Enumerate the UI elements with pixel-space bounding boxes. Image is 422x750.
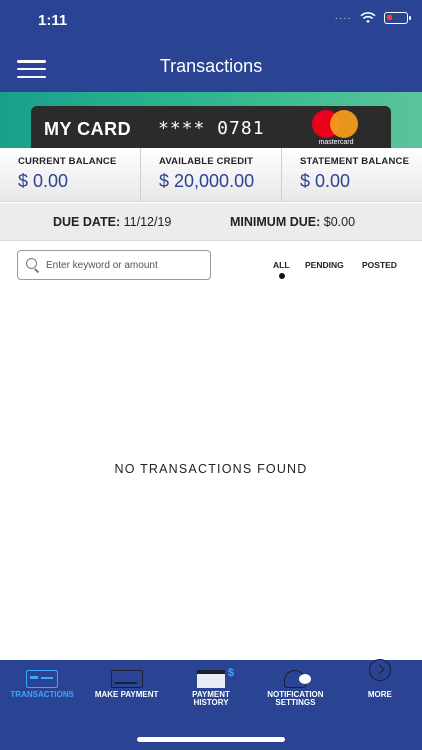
available-credit: AVAILABLE CREDIT $ 20,000.00: [140, 148, 281, 201]
balance-value: $ 0.00: [18, 171, 69, 191]
status-time: 1:11: [38, 12, 68, 29]
nav-label: MAKE PAYMENT: [94, 690, 159, 699]
search-icon: [26, 258, 40, 272]
nav-label: NOTIFICATION SETTINGS: [267, 690, 324, 707]
mastercard-logo-icon: mastercard: [310, 110, 362, 148]
balance-summary: CURRENT BALANCE $ 0.00 AVAILABLE CREDIT …: [0, 148, 422, 202]
home-indicator[interactable]: [137, 737, 285, 742]
nav-label: TRANSACTIONS: [10, 690, 74, 699]
statement-balance: STATEMENT BALANCE $ 0.00: [281, 148, 422, 201]
card-payment-icon: [110, 670, 143, 688]
minimum-due-value: $0.00: [323, 215, 356, 229]
search-input[interactable]: Enter keyword or amount: [17, 250, 211, 280]
due-date: DUE DATE: 11/12/19: [53, 215, 171, 229]
card-banner: MY CARD **** 0781 mastercard: [0, 92, 422, 148]
nav-label: MORE: [367, 690, 392, 699]
balance-label: AVAILABLE CREDIT: [159, 156, 254, 167]
credit-card[interactable]: MY CARD **** 0781 mastercard: [31, 106, 391, 148]
balance-label: STATEMENT BALANCE: [300, 156, 410, 167]
empty-state-message: NO TRANSACTIONS FOUND: [114, 462, 308, 476]
battery-icon: [384, 12, 411, 24]
credit-card-icon: [26, 670, 59, 688]
due-date-value: 11/12/19: [123, 215, 172, 229]
due-info: DUE DATE: 11/12/19 MINIMUM DUE: $0.00: [0, 203, 422, 241]
balance-label: CURRENT BALANCE: [18, 156, 117, 167]
calendar-dollar-icon: [197, 667, 234, 688]
filter-pending-tab[interactable]: PENDING: [305, 260, 344, 270]
balance-value: $ 20,000.00: [159, 171, 255, 191]
bell-icon: [284, 670, 312, 688]
minimum-due: MINIMUM DUE: $0.00: [230, 215, 355, 229]
active-filter-indicator: [279, 273, 285, 279]
minimum-due-label: MINIMUM DUE:: [230, 215, 321, 229]
filter-posted-tab[interactable]: POSTED: [362, 260, 397, 270]
page-title: Transactions: [159, 56, 263, 76]
card-name: MY CARD: [44, 119, 132, 139]
app-header: 1:11 ···· Transactions: [0, 0, 422, 92]
wifi-icon: [360, 12, 376, 23]
signal-icon: ····: [334, 12, 352, 24]
card-brand: mastercard: [318, 139, 354, 146]
nav-more[interactable]: MORE: [338, 659, 422, 750]
filter-all-tab[interactable]: ALL: [273, 260, 290, 270]
status-icons: ····: [334, 12, 411, 24]
search-placeholder: Enter keyword or amount: [46, 259, 158, 271]
nav-transactions[interactable]: TRANSACTIONS: [0, 660, 84, 750]
chevron-circle-icon: [368, 659, 391, 681]
current-balance: CURRENT BALANCE $ 0.00: [0, 148, 140, 201]
due-date-label: DUE DATE:: [53, 215, 121, 229]
nav-label: PAYMENT HISTORY: [192, 690, 230, 707]
card-number: **** 0781: [158, 118, 265, 139]
balance-value: $ 0.00: [300, 171, 351, 191]
